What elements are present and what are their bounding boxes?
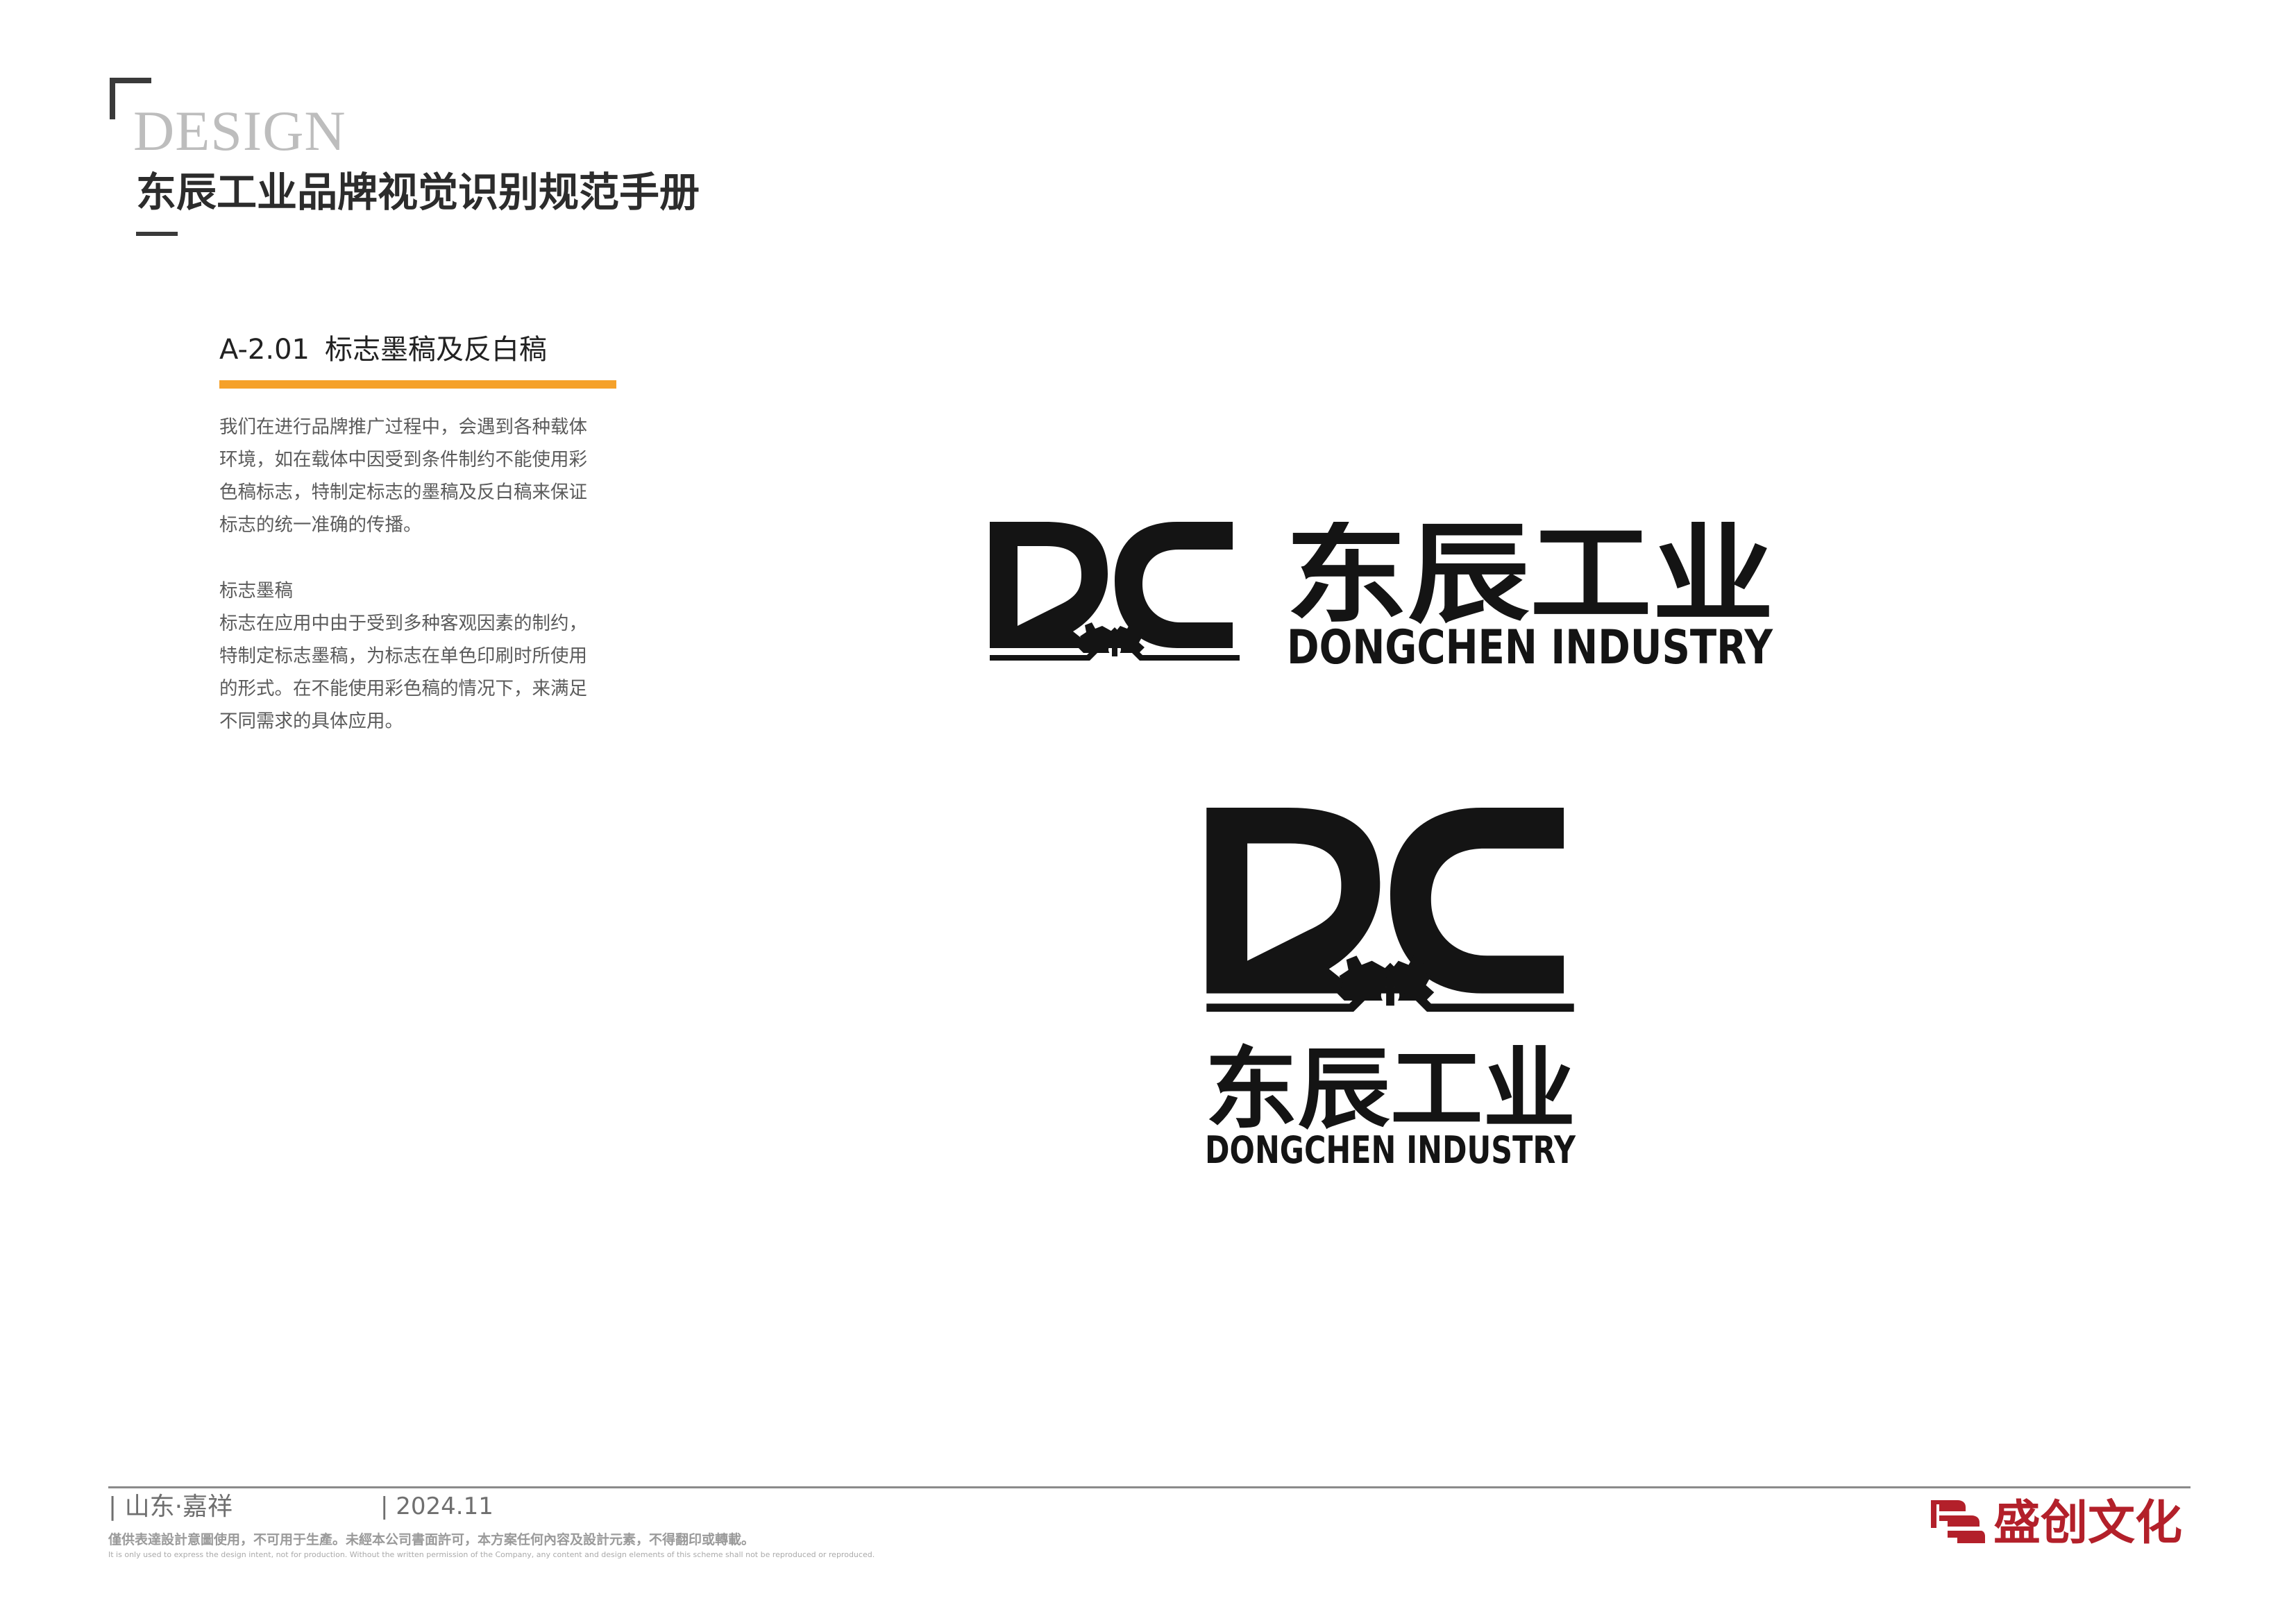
flag-stripes-icon (1930, 1497, 1985, 1547)
logo-name-en: DONGCHEN INDUSTRY (1205, 1128, 1576, 1169)
footer-notice-cn: 僅供表達設計意圖使用，不可用于生產。未經本公司書面許可，本方案任何內容及設計元素… (108, 1532, 755, 1547)
ink-paragraph: 标志墨稿 标志在应用中由于受到多种客观因素的制约， 特制定标志墨稿，为标志在单色… (219, 575, 622, 738)
dc-gear-roof-icon: 东辰工业 DONGCHEN INDUSTRY (1205, 808, 1576, 1172)
ink-line: 标志在应用中由于受到多种客观因素的制约， (219, 613, 587, 634)
vertical-logo: 东辰工业 DONGCHEN INDUSTRY (1201, 808, 1580, 1172)
intro-paragraph: 我们在进行品牌推广过程中，会遇到各种载体 环境，如在载体中因受到条件制约不能使用… (219, 411, 622, 541)
section-code: A-2.01 (219, 334, 310, 366)
ink-line: 的形式。在不能使用彩色稿的情况下，来满足 (219, 678, 587, 699)
footer-divider (108, 1486, 2191, 1488)
intro-line: 色稿标志，特制定标志的墨稿及反白稿来保证 (219, 482, 587, 503)
design-word: DESIGN (133, 99, 346, 162)
brand-name: 盛创文化 (1993, 1496, 2183, 1551)
intro-line: 环境，如在载体中因受到条件制约不能使用彩 (219, 449, 587, 470)
subheading: 标志墨稿 (219, 580, 293, 602)
footer-notice-en: It is only used to express the design in… (108, 1550, 875, 1559)
section-accent-rule (219, 380, 616, 389)
logo-name-en: DONGCHEN INDUSTRY (1287, 620, 1773, 668)
section-heading: A-2.01 标志墨稿及反白稿 (219, 336, 547, 364)
intro-line: 标志的统一准确的传播。 (219, 514, 422, 536)
footer-date: | 2024.11 (380, 1493, 493, 1520)
logo-name-cn: 东辰工业 (1205, 1038, 1576, 1141)
horizontal-logo: 东辰工业 DONGCHEN INDUSTRY (990, 511, 1774, 675)
section-title: 标志墨稿及反白稿 (324, 334, 547, 366)
title-dash (136, 232, 178, 236)
ink-line: 不同需求的具体应用。 (219, 711, 403, 732)
ink-line: 特制定标志墨稿，为标志在单色印刷时所使用 (219, 645, 587, 667)
manual-title: 东辰工业品牌视觉识别规范手册 (136, 169, 700, 216)
intro-line: 我们在进行品牌推广过程中，会遇到各种载体 (219, 416, 587, 438)
footer-location: | 山东·嘉祥 (108, 1493, 233, 1521)
dc-gear-roof-icon: 东辰工业 DONGCHEN INDUSTRY (990, 511, 1774, 675)
